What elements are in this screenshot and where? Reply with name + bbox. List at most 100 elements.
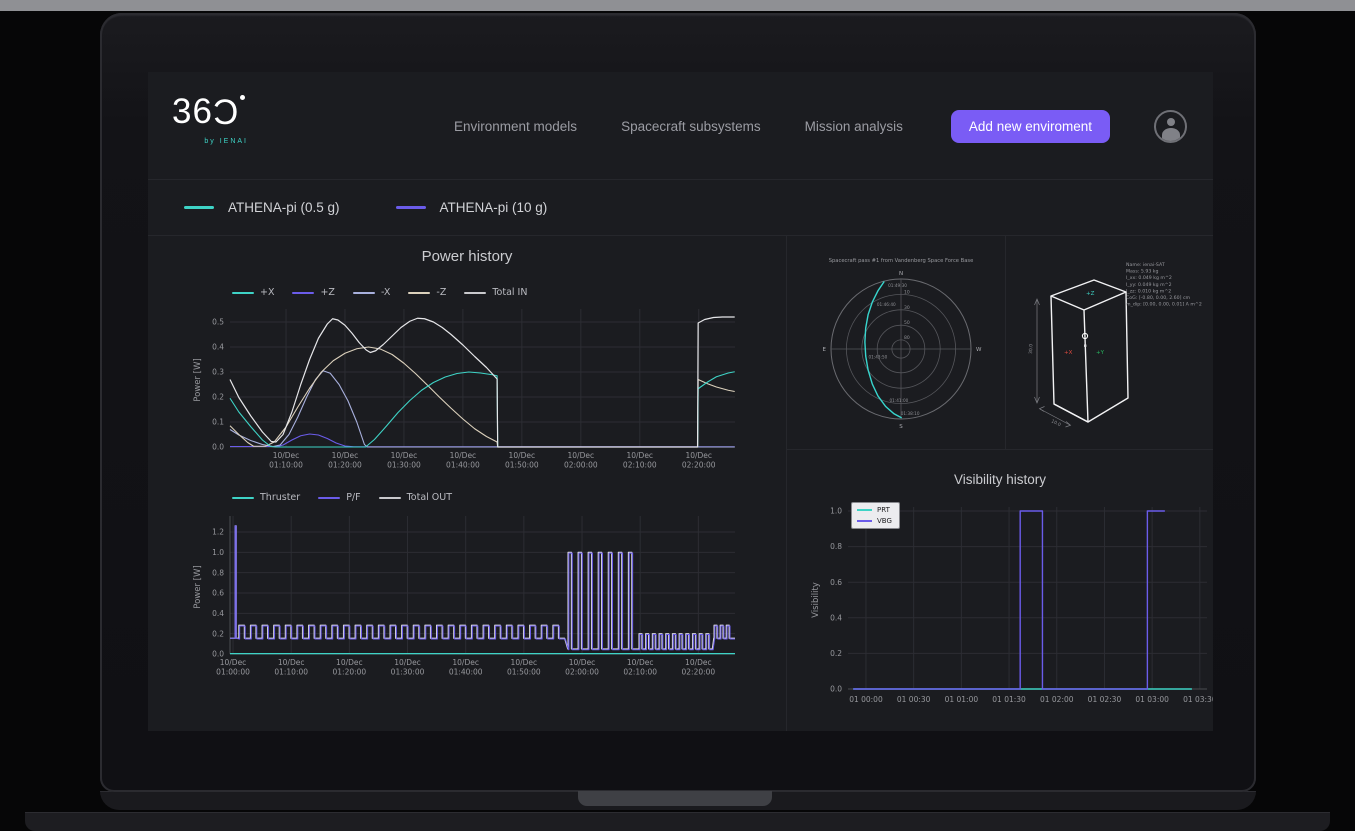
- legend-label: PRT: [877, 506, 890, 514]
- svg-text:0.2: 0.2: [212, 393, 224, 402]
- svg-text:0.2: 0.2: [830, 649, 842, 658]
- nav-mission-analysis[interactable]: Mission analysis: [805, 119, 903, 134]
- svg-text:CoG: [-0.80, 0.00, 2.60] cm: CoG: [-0.80, 0.00, 2.60] cm: [1126, 295, 1191, 301]
- svg-text:02:10:00: 02:10:00: [623, 461, 657, 470]
- power-history-panel: Power history +X+Z-X-ZTotal IN 10/Dec01:…: [148, 236, 787, 731]
- nav-spacecraft-subsystems[interactable]: Spacecraft subsystems: [621, 119, 761, 134]
- svg-text:0.1: 0.1: [212, 418, 224, 427]
- svg-text:0.0: 0.0: [830, 685, 842, 694]
- legend-line-sample: [379, 497, 401, 499]
- power-out-chart: 10/Dec01:00:0010/Dec01:10:0010/Dec01:20:…: [188, 512, 748, 684]
- svg-text:0.0: 0.0: [212, 443, 224, 452]
- spacecraft-pass-panel: Spacecraft pass #1 from Vandenberg Space…: [787, 236, 1006, 450]
- axis-label-plus-z: +Z: [1086, 291, 1095, 297]
- svg-text:10/Dec: 10/Dec: [509, 451, 536, 460]
- svg-text:0.4: 0.4: [212, 343, 224, 352]
- legend-item-athena-05g[interactable]: ATHENA-pi (0.5 g): [184, 200, 340, 215]
- svg-text:Visibility: Visibility: [811, 582, 821, 618]
- visibility-legend: PRTVBG: [851, 502, 900, 529]
- svg-text:01:20:00: 01:20:00: [333, 668, 367, 677]
- power-out-legend: Thruster P/F Total OUT: [232, 492, 452, 503]
- svg-text:30: 30: [904, 305, 910, 311]
- svg-text:01:30:00: 01:30:00: [391, 668, 425, 677]
- svg-text:Name: ienai-SAT: Name: ienai-SAT: [1126, 262, 1165, 268]
- legend-entry-thruster: Thruster: [232, 492, 300, 503]
- laptop-hinge-notch: [578, 791, 772, 806]
- legend-entry--z: -Z: [408, 287, 446, 298]
- svg-text:02:00:00: 02:00:00: [564, 461, 598, 470]
- screenshot-stage: 36Ɔ by IENAI Environment models Spacecra…: [0, 0, 1355, 831]
- user-avatar[interactable]: [1154, 110, 1187, 143]
- power-in-legend: +X+Z-X-ZTotal IN: [232, 287, 527, 298]
- laptop-bottom-bar: [25, 812, 1330, 831]
- legend-line-sample: [184, 206, 214, 209]
- svg-text:0.3: 0.3: [212, 368, 224, 377]
- svg-text:01:40:00: 01:40:00: [446, 461, 480, 470]
- svg-text:0.8: 0.8: [212, 568, 224, 577]
- legend-line-sample: [857, 520, 872, 522]
- wireframe-box: [1051, 280, 1128, 422]
- visibility-chart: 01 00:0001 00:3001 01:0001 01:3001 02:00…: [787, 450, 1213, 731]
- spacecraft-info-block: Name: ienai-SAT Mass: 5.93 kg I_xx: 0.04…: [1126, 262, 1202, 308]
- svg-text:01:43:50: 01:43:50: [869, 354, 888, 359]
- svg-text:10/Dec: 10/Dec: [220, 658, 247, 667]
- axis-label-plus-y: +Y: [1096, 350, 1105, 356]
- legend-label: -Z: [436, 287, 446, 298]
- legend-label: Total OUT: [407, 492, 452, 503]
- svg-text:Spacecraft pass #1 from Vanden: Spacecraft pass #1 from Vandenberg Space…: [829, 258, 974, 264]
- svg-text:01 02:30: 01 02:30: [1088, 695, 1122, 704]
- svg-text:10/Dec: 10/Dec: [332, 451, 359, 460]
- pass-polar-plot: Spacecraft pass #1 from Vandenberg Space…: [787, 236, 1006, 450]
- svg-text:01:50:00: 01:50:00: [507, 668, 541, 677]
- legend-line-sample: [353, 292, 375, 294]
- svg-text:Mass: 5.93 kg: Mass: 5.93 kg: [1126, 269, 1159, 275]
- svg-text:m_dip: [0.00, 0.00, 0.01] A m^: m_dip: [0.00, 0.00, 0.01] A m^2: [1126, 302, 1202, 308]
- legend-line-sample: [408, 292, 430, 294]
- nav-environment-models[interactable]: Environment models: [454, 119, 577, 134]
- legend-entry-total-out: Total OUT: [379, 492, 452, 503]
- legend-label: Total IN: [492, 287, 527, 298]
- svg-text:01 03:00: 01 03:00: [1135, 695, 1169, 704]
- legend-item-athena-10g[interactable]: ATHENA-pi (10 g): [396, 200, 548, 215]
- svg-text:I_xx: 0.049 kg m^2: I_xx: 0.049 kg m^2: [1126, 275, 1172, 281]
- svg-text:0.5: 0.5: [212, 318, 224, 327]
- axis-label-plus-x: +X: [1064, 350, 1073, 356]
- svg-text:01 00:30: 01 00:30: [897, 695, 931, 704]
- legend-line-sample: [318, 497, 340, 499]
- svg-text:10: 10: [904, 289, 910, 295]
- legend-entry--x: -X: [353, 287, 390, 298]
- top-gray-bar: [0, 0, 1355, 11]
- svg-text:Power [W]: Power [W]: [193, 565, 203, 608]
- legend-label: P/F: [346, 492, 360, 503]
- svg-text:10/Dec: 10/Dec: [452, 658, 479, 667]
- svg-text:0.6: 0.6: [830, 578, 842, 587]
- svg-text:01:49:30: 01:49:30: [888, 283, 907, 288]
- legend-entry-prt: PRT: [857, 506, 892, 514]
- svg-text:0.0: 0.0: [212, 650, 224, 659]
- svg-text:01 01:30: 01 01:30: [992, 695, 1026, 704]
- legend-line-sample: [396, 206, 426, 209]
- svg-text:01 03:30: 01 03:30: [1183, 695, 1213, 704]
- avatar-person-body: [1162, 128, 1180, 142]
- svg-text:I_zz: 0.010 kg m^2: I_zz: 0.010 kg m^2: [1126, 288, 1171, 294]
- svg-text:1.0: 1.0: [830, 507, 842, 516]
- svg-text:02:20:00: 02:20:00: [682, 668, 716, 677]
- svg-text:0.2: 0.2: [212, 629, 224, 638]
- legend-label: ATHENA-pi (10 g): [440, 200, 548, 215]
- svg-text:01:30:00: 01:30:00: [387, 461, 421, 470]
- svg-text:1.2: 1.2: [212, 528, 224, 537]
- svg-text:0.8: 0.8: [830, 542, 842, 551]
- legend-entry-p-f: P/F: [318, 492, 360, 503]
- svg-text:01:00:00: 01:00:00: [216, 668, 250, 677]
- legend-entry--z: +Z: [292, 287, 334, 298]
- svg-text:01 00:00: 01 00:00: [849, 695, 883, 704]
- svg-text:10/Dec: 10/Dec: [336, 658, 363, 667]
- svg-text:10/Dec: 10/Dec: [278, 658, 305, 667]
- spacecraft-legend-strip: ATHENA-pi (0.5 g) ATHENA-pi (10 g): [148, 180, 1213, 236]
- visibility-history-panel: Visibility history 01 00:0001 00:3001 01…: [787, 450, 1213, 731]
- svg-text:02:20:00: 02:20:00: [682, 461, 716, 470]
- svg-text:10/Dec: 10/Dec: [569, 658, 596, 667]
- svg-text:10/Dec: 10/Dec: [450, 451, 477, 460]
- add-new-environment-button[interactable]: Add new enviroment: [951, 110, 1110, 143]
- svg-text:01:20:00: 01:20:00: [328, 461, 362, 470]
